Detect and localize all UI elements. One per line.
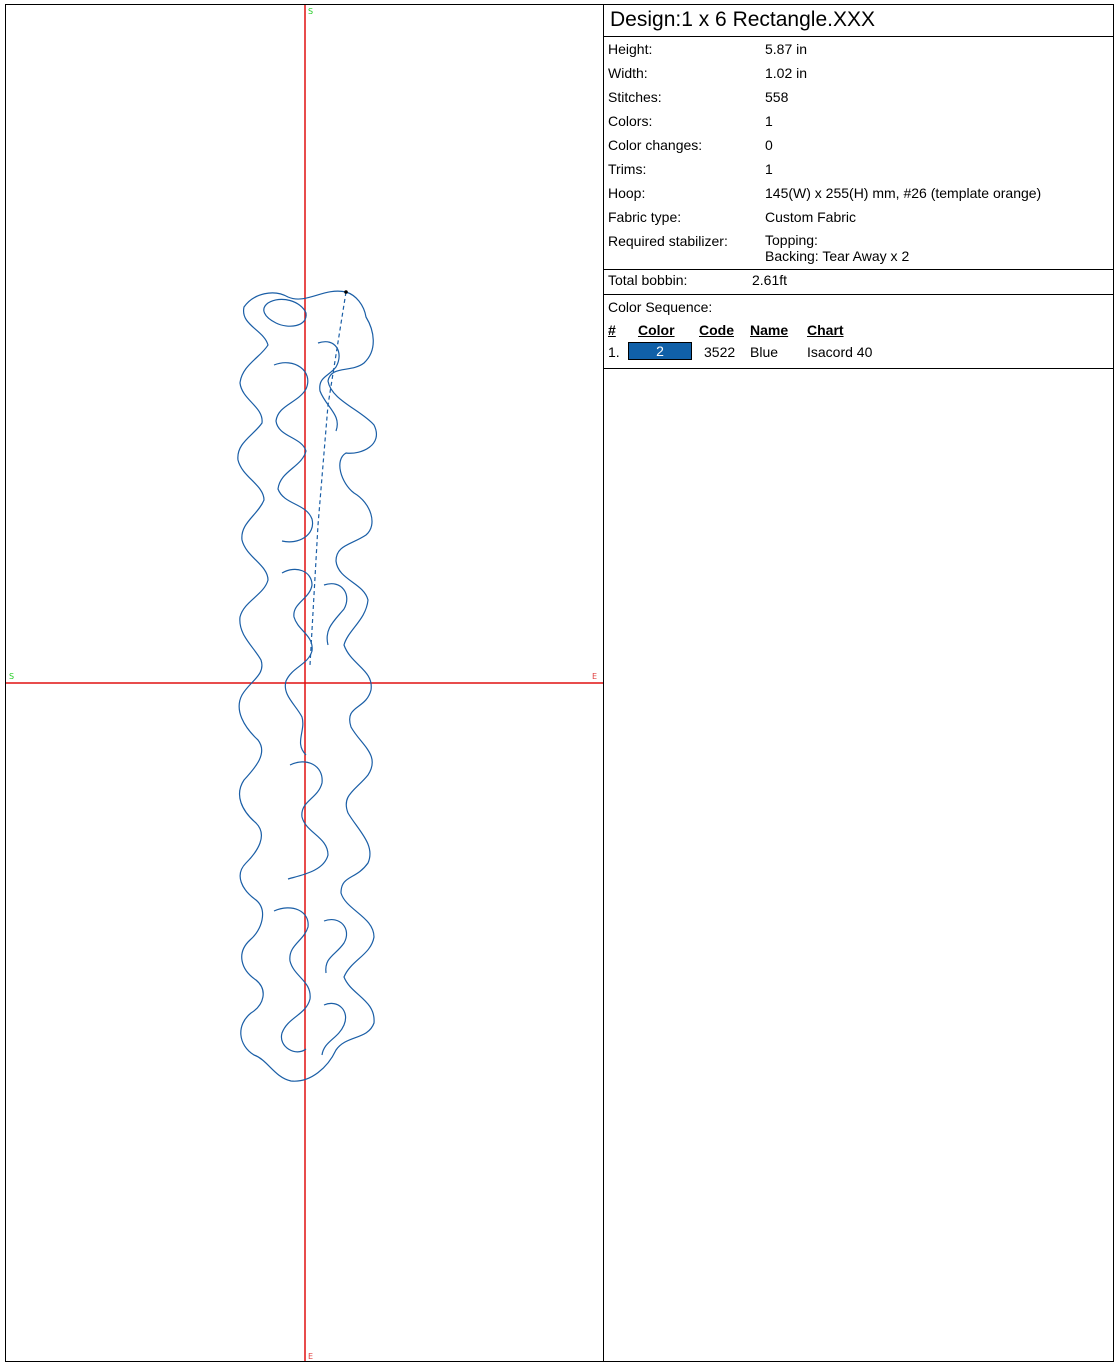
property-row-colors: Colors: 1 [604,111,1114,135]
property-label: Trims: [608,161,647,177]
stitch-inner-path-2 [273,362,314,543]
property-value: 1 [765,161,773,177]
property-row-stitches: Stitches: 558 [604,87,1114,111]
property-value: 558 [765,89,789,105]
design-info-panel: Design:1 x 6 Rectangle.XXX Height: 5.87 … [604,5,1114,1361]
design-title: Design:1 x 6 Rectangle.XXX [604,5,1114,37]
property-label: Required stabilizer: [608,233,728,249]
header-name: Name [750,322,789,338]
stabilizer-values: Topping: Backing: Tear Away x 2 [765,232,909,264]
stitch-inner-path-5 [323,583,348,646]
property-value: 1.02 in [765,65,808,81]
row-chart: Isacord 40 [807,344,873,360]
axis-end-marker-right: E [592,672,597,681]
design-canvas: S S E E [6,5,604,1361]
stitch-inner-path-4 [281,568,313,756]
stabilizer-topping: Topping: [765,232,818,248]
property-value: Custom Fabric [765,209,857,225]
color-sequence-row: 1. 2 3522 Blue Isacord 40 [604,342,1114,364]
property-value: 5.87 in [765,41,808,57]
stitch-inner-path-9 [321,1002,347,1056]
property-row-width: Width: 1.02 in [604,63,1114,87]
property-value: 1 [765,113,773,129]
property-row-hoop: Hoop: 145(W) x 255(H) mm, #26 (template … [604,183,1114,207]
property-label: Fabric type: [608,209,682,225]
axis-end-marker-bottom: E [308,1352,313,1361]
color-swatch: 2 [628,342,692,360]
property-row-height: Height: 5.87 in [604,39,1114,63]
property-row-bobbin: Total bobbin: 2.61ft [604,269,1114,294]
property-label: Total bobbin: [608,272,688,288]
property-label: Colors: [608,113,653,129]
stitch-inner-path-6 [287,761,329,880]
property-value: 2.61ft [752,272,788,288]
header-chart: Chart [807,322,844,338]
color-sequence-title: Color Sequence: [608,299,713,315]
property-label: Width: [608,65,648,81]
property-label: Height: [608,41,653,57]
header-num: # [608,322,616,338]
property-label: Stitches: [608,89,662,105]
property-row-color-changes: Color changes: 0 [604,135,1114,159]
stabilizer-backing: Backing: Tear Away x 2 [765,248,910,264]
stitch-preview: S S E E [6,5,603,1361]
axis-start-marker-top: S [308,7,313,16]
row-num: 1. [608,344,620,360]
row-code: 3522 [704,344,736,360]
property-row-trims: Trims: 1 [604,159,1114,183]
jump-stitch-line [309,291,347,666]
color-sequence: Color Sequence: # Color Code Name Chart … [604,295,1114,369]
design-properties: Height: 5.87 in Width: 1.02 in Stitches:… [604,37,1114,295]
header-code: Code [699,322,734,338]
stitch-path-group [237,290,377,1082]
property-label: Color changes: [608,137,703,153]
property-row-fabric-type: Fabric type: Custom Fabric [604,207,1114,231]
header-color: Color [638,322,675,338]
stitch-start-point [344,290,348,294]
property-value: 145(W) x 255(H) mm, #26 (template orange… [765,185,1042,201]
stitch-inner-path-8 [323,919,348,974]
row-name: Blue [750,344,779,360]
property-value: 0 [765,137,773,153]
axis-start-marker-left: S [9,672,14,681]
property-row-stabilizer: Required stabilizer: Topping: Backing: T… [604,231,1114,267]
print-preview-sheet: S S E E Design:1 x 6 Rectangle.XXX Heigh… [5,4,1114,1362]
color-sequence-header: # Color Code Name Chart [604,320,1114,342]
property-label: Hoop: [608,185,646,201]
stitch-outline-path [237,290,377,1082]
stitch-inner-path-1 [263,298,307,327]
